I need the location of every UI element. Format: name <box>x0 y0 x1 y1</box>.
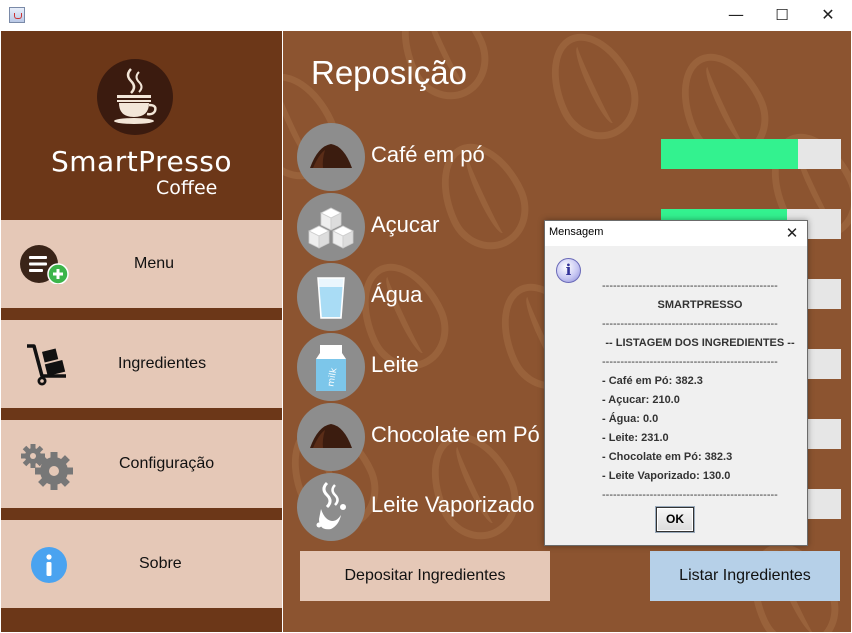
separator-line: ----------------------------------------… <box>602 280 778 292</box>
chocolate-powder-icon <box>297 403 365 471</box>
sidebar-item-label: Configuração <box>119 455 215 472</box>
minimize-button[interactable]: — <box>713 0 759 31</box>
dialog-title: Mensagem <box>549 226 604 238</box>
separator-line: ----------------------------------------… <box>602 318 778 330</box>
menu-add-icon <box>19 244 71 288</box>
steamed-milk-icon <box>297 473 365 541</box>
message-line: - Leite Vaporizado: 130.0 <box>602 470 731 482</box>
sidebar: SmartPresso Coffee Menu Ingredientes Con… <box>1 31 282 632</box>
close-button[interactable]: ✕ <box>805 0 851 31</box>
message-line: - Leite: 231.0 <box>602 432 669 444</box>
ingredient-row-cafe: Café em pó <box>297 123 847 191</box>
ingredient-name: Leite <box>371 352 419 377</box>
message-line: SMARTPRESSO <box>657 299 743 311</box>
separator-line: ----------------------------------------… <box>602 489 778 501</box>
window-titlebar: — ☐ ✕ <box>0 0 852 31</box>
level-bar-fill <box>661 139 798 169</box>
java-app-icon <box>9 7 25 23</box>
coffee-cup-logo-icon <box>97 59 173 135</box>
sidebar-item-label: Ingredientes <box>118 355 207 372</box>
sidebar-item-menu[interactable]: Menu <box>1 220 282 308</box>
level-bar <box>661 139 841 169</box>
sidebar-item-sobre[interactable]: Sobre <box>1 520 282 608</box>
ok-button[interactable]: OK <box>656 507 694 532</box>
coffee-powder-icon <box>297 123 365 191</box>
ingredient-name: Chocolate em Pó <box>371 422 540 447</box>
sidebar-item-configuracao[interactable]: Configuração <box>1 420 282 508</box>
deposit-ingredients-button[interactable]: Depositar Ingredientes <box>300 551 550 601</box>
message-dialog: Mensagem ✕ i ---------------------------… <box>544 220 808 546</box>
dialog-close-button[interactable]: ✕ <box>781 222 803 244</box>
list-ingredients-button[interactable]: Listar Ingredientes <box>650 551 840 601</box>
hand-truck-icon <box>23 342 71 392</box>
milk-carton-icon: milk <box>297 333 365 401</box>
sugar-cubes-icon <box>297 193 365 261</box>
logo-subtitle: Coffee <box>156 177 218 199</box>
logo-name: SmartPresso <box>50 145 233 178</box>
sidebar-item-label: Sobre <box>139 555 182 572</box>
message-line: - Café em Pó: 382.3 <box>602 375 703 387</box>
dialog-titlebar: Mensagem ✕ <box>545 221 807 246</box>
dialog-message: ----------------------------------------… <box>602 277 798 505</box>
message-line: - Chocolate em Pó: 382.3 <box>602 451 733 463</box>
message-line: - Açucar: 210.0 <box>602 394 680 406</box>
sidebar-item-ingredientes[interactable]: Ingredientes <box>1 320 282 408</box>
ingredient-name: Água <box>371 282 423 307</box>
water-glass-icon <box>297 263 365 331</box>
separator-line: ----------------------------------------… <box>602 356 778 368</box>
sidebar-item-label: Menu <box>134 255 175 272</box>
info-icon <box>30 546 68 588</box>
page-title: Reposição <box>311 54 467 91</box>
ingredient-name: Café em pó <box>371 142 485 167</box>
maximize-button[interactable]: ☐ <box>759 0 805 31</box>
message-line: - Água: 0.0 <box>602 413 659 425</box>
information-icon: i <box>556 258 581 283</box>
gears-icon <box>19 442 77 496</box>
ingredient-name: Leite Vaporizado <box>371 492 535 517</box>
message-line: -- LISTAGEM DOS INGREDIENTES -- <box>605 337 795 349</box>
logo: SmartPresso Coffee <box>1 31 282 220</box>
ingredient-name: Açucar <box>371 212 440 237</box>
